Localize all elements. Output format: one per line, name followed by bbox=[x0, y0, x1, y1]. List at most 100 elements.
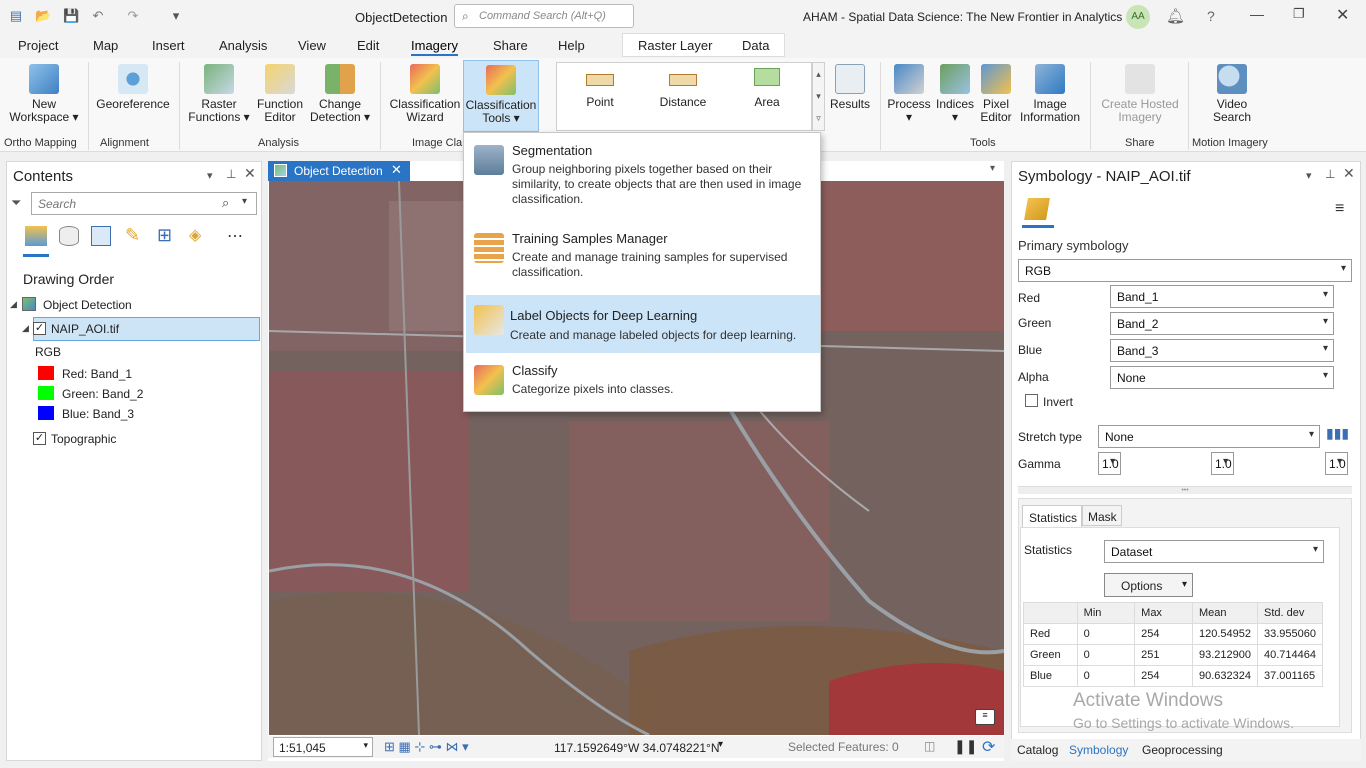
undo-icon[interactable]: ↶ bbox=[90, 8, 106, 24]
hamburger-menu-icon[interactable]: ≡ bbox=[1335, 200, 1344, 218]
help-icon[interactable]: ? bbox=[1207, 8, 1215, 24]
tab-statistics[interactable]: Statistics bbox=[1022, 505, 1082, 527]
basemap-visibility-checkbox[interactable]: ✓ bbox=[33, 432, 46, 445]
menu-project[interactable]: Project bbox=[18, 38, 58, 53]
redo-icon[interactable]: ↷ bbox=[125, 8, 141, 24]
primary-symbology-icon[interactable] bbox=[1024, 198, 1050, 220]
tab-symbology[interactable]: Symbology bbox=[1069, 743, 1128, 757]
list-by-snapping-icon[interactable]: ⊞ bbox=[157, 225, 172, 246]
list-by-selection-icon[interactable] bbox=[91, 226, 111, 246]
basemap-name[interactable]: Topographic bbox=[51, 432, 116, 446]
gallery-scroll[interactable]: ▴ ▾ ▿ bbox=[812, 62, 825, 131]
close-button[interactable]: ✕ bbox=[1336, 5, 1349, 25]
gamma-blue-input[interactable]: 1.0 bbox=[1325, 452, 1348, 475]
splitter-handle[interactable]: ••• bbox=[1018, 486, 1352, 494]
save-icon[interactable]: 💾 bbox=[63, 8, 79, 24]
pin-icon[interactable]: ⊥ bbox=[1325, 167, 1335, 181]
histogram-icon[interactable]: ▮▮▮ bbox=[1326, 425, 1349, 442]
list-by-source-icon[interactable] bbox=[59, 226, 79, 246]
menu-item-label-objects[interactable]: Label Objects for Deep Learning Create a… bbox=[466, 295, 820, 353]
customize-qat-icon[interactable]: ▾ bbox=[168, 8, 184, 24]
layer-name[interactable]: NAIP_AOI.tif bbox=[51, 322, 119, 336]
pane-menu-icon[interactable]: ▾ bbox=[1306, 169, 1312, 182]
classification-wizard-button[interactable]: Classification Wizard bbox=[388, 64, 462, 124]
close-pane-icon[interactable]: ✕ bbox=[1343, 165, 1355, 182]
measure-area-button[interactable]: Area bbox=[737, 68, 797, 109]
more-options-icon[interactable]: ⋯ bbox=[227, 226, 243, 246]
tab-catalog[interactable]: Catalog bbox=[1017, 743, 1058, 757]
list-by-drawing-order-icon[interactable] bbox=[25, 226, 47, 246]
map-notes-icon[interactable]: ≡ bbox=[975, 709, 995, 725]
change-detection-button[interactable]: Change Detection ▾ bbox=[308, 64, 372, 124]
notifications-icon[interactable]: 🔔︎ bbox=[1166, 7, 1185, 25]
menu-analysis[interactable]: Analysis bbox=[219, 38, 267, 53]
pane-menu-icon[interactable]: ▾ bbox=[207, 169, 213, 182]
menu-share[interactable]: Share bbox=[493, 38, 528, 53]
invert-checkbox[interactable] bbox=[1025, 394, 1038, 407]
snapping-icon[interactable]: ◫ bbox=[924, 739, 935, 753]
raster-functions-button[interactable]: Raster Functions ▾ bbox=[186, 64, 252, 124]
collapse-icon[interactable]: ◢ bbox=[10, 299, 17, 310]
menu-imagery[interactable]: Imagery bbox=[411, 38, 458, 56]
collapse-icon[interactable]: ◢ bbox=[22, 323, 29, 334]
list-by-editing-icon[interactable]: ✎ bbox=[125, 225, 140, 246]
measure-point-button[interactable]: Point bbox=[570, 74, 630, 109]
minimize-button[interactable]: — bbox=[1250, 6, 1264, 22]
map-name[interactable]: Object Detection bbox=[43, 298, 132, 312]
menu-item-training-samples-manager[interactable]: Training Samples Manager Create and mana… bbox=[466, 223, 820, 293]
new-workspace-button[interactable]: New Workspace ▾ bbox=[8, 64, 80, 124]
contents-search-input[interactable]: Search ⌕ ▾ bbox=[31, 192, 257, 215]
restore-button[interactable]: ❐ bbox=[1293, 6, 1305, 22]
close-pane-icon[interactable]: ✕ bbox=[244, 165, 256, 182]
pause-drawing-icon[interactable]: ❚❚ bbox=[954, 738, 977, 755]
red-band-select[interactable]: Band_1 bbox=[1110, 285, 1334, 308]
blue-band-select[interactable]: Band_3 bbox=[1110, 339, 1334, 362]
gamma-red-input[interactable]: 1.0 bbox=[1098, 452, 1121, 475]
renderer-select[interactable]: RGB bbox=[1018, 259, 1352, 282]
measure-distance-button[interactable]: Distance bbox=[653, 74, 713, 109]
coordinate-format-icon[interactable]: ▾ bbox=[718, 739, 723, 750]
alpha-band-select[interactable]: None bbox=[1110, 366, 1334, 389]
process-button[interactable]: Process ▾ bbox=[886, 64, 932, 124]
video-search-button[interactable]: Video Search bbox=[1200, 64, 1264, 124]
tab-geoprocessing[interactable]: Geoprocessing bbox=[1142, 743, 1223, 757]
create-hosted-imagery-button[interactable]: Create Hosted Imagery bbox=[1099, 64, 1181, 124]
green-band-select[interactable]: Band_2 bbox=[1110, 312, 1334, 335]
list-by-labeling-icon[interactable]: ◈ bbox=[189, 225, 201, 245]
map-nav-icons[interactable]: ⊞ ▦ ⊹ ⊶ ⋈ ▾ bbox=[384, 739, 469, 755]
chevron-down-icon[interactable]: ▾ bbox=[242, 196, 247, 207]
map-tab[interactable]: Object Detection ✕ bbox=[268, 161, 410, 181]
menu-item-classify[interactable]: Classify Categorize pixels into classes. bbox=[466, 355, 820, 411]
menu-edit[interactable]: Edit bbox=[357, 38, 379, 53]
gamma-green-input[interactable]: 1.0 bbox=[1211, 452, 1234, 475]
tab-data[interactable]: Data bbox=[742, 38, 769, 53]
tab-mask[interactable]: Mask bbox=[1082, 505, 1122, 526]
indices-button[interactable]: Indices ▾ bbox=[934, 64, 976, 124]
results-button[interactable]: Results bbox=[829, 64, 871, 111]
close-tab-icon[interactable]: ✕ bbox=[391, 162, 402, 178]
pixel-editor-button[interactable]: Pixel Editor bbox=[977, 64, 1015, 124]
image-information-button[interactable]: Image Information bbox=[1020, 64, 1080, 124]
statistics-select[interactable]: Dataset bbox=[1104, 540, 1324, 563]
filter-icon[interactable]: ⏷ bbox=[11, 195, 21, 211]
layer-visibility-checkbox[interactable]: ✓ bbox=[33, 322, 46, 335]
menu-view[interactable]: View bbox=[298, 38, 326, 53]
refresh-icon[interactable]: ⟳ bbox=[982, 737, 995, 757]
menu-insert[interactable]: Insert bbox=[152, 38, 185, 53]
tab-raster-layer[interactable]: Raster Layer bbox=[638, 38, 712, 53]
georeference-button[interactable]: Georeference bbox=[94, 64, 172, 111]
classification-tools-button[interactable]: Classification Tools ▾ bbox=[463, 60, 539, 132]
pin-icon[interactable]: ⊥ bbox=[226, 167, 236, 181]
options-button[interactable]: Options ▾ bbox=[1104, 573, 1193, 597]
scale-selector[interactable]: 1:51,045 ▾ bbox=[273, 737, 373, 757]
stretch-type-select[interactable]: None bbox=[1098, 425, 1320, 448]
open-folder-icon[interactable]: 📂 bbox=[35, 8, 51, 24]
command-search-input[interactable]: ⌕ Command Search (Alt+Q) bbox=[454, 4, 634, 28]
user-avatar[interactable]: AA bbox=[1126, 5, 1150, 29]
tab-list-icon[interactable]: ▾ bbox=[990, 163, 995, 174]
function-editor-button[interactable]: Function Editor bbox=[252, 64, 308, 124]
classification-wizard-icon bbox=[410, 64, 440, 94]
menu-item-segmentation[interactable]: Segmentation Group neighboring pixels to… bbox=[466, 135, 820, 219]
menu-map[interactable]: Map bbox=[93, 38, 118, 53]
menu-help[interactable]: Help bbox=[558, 38, 585, 53]
